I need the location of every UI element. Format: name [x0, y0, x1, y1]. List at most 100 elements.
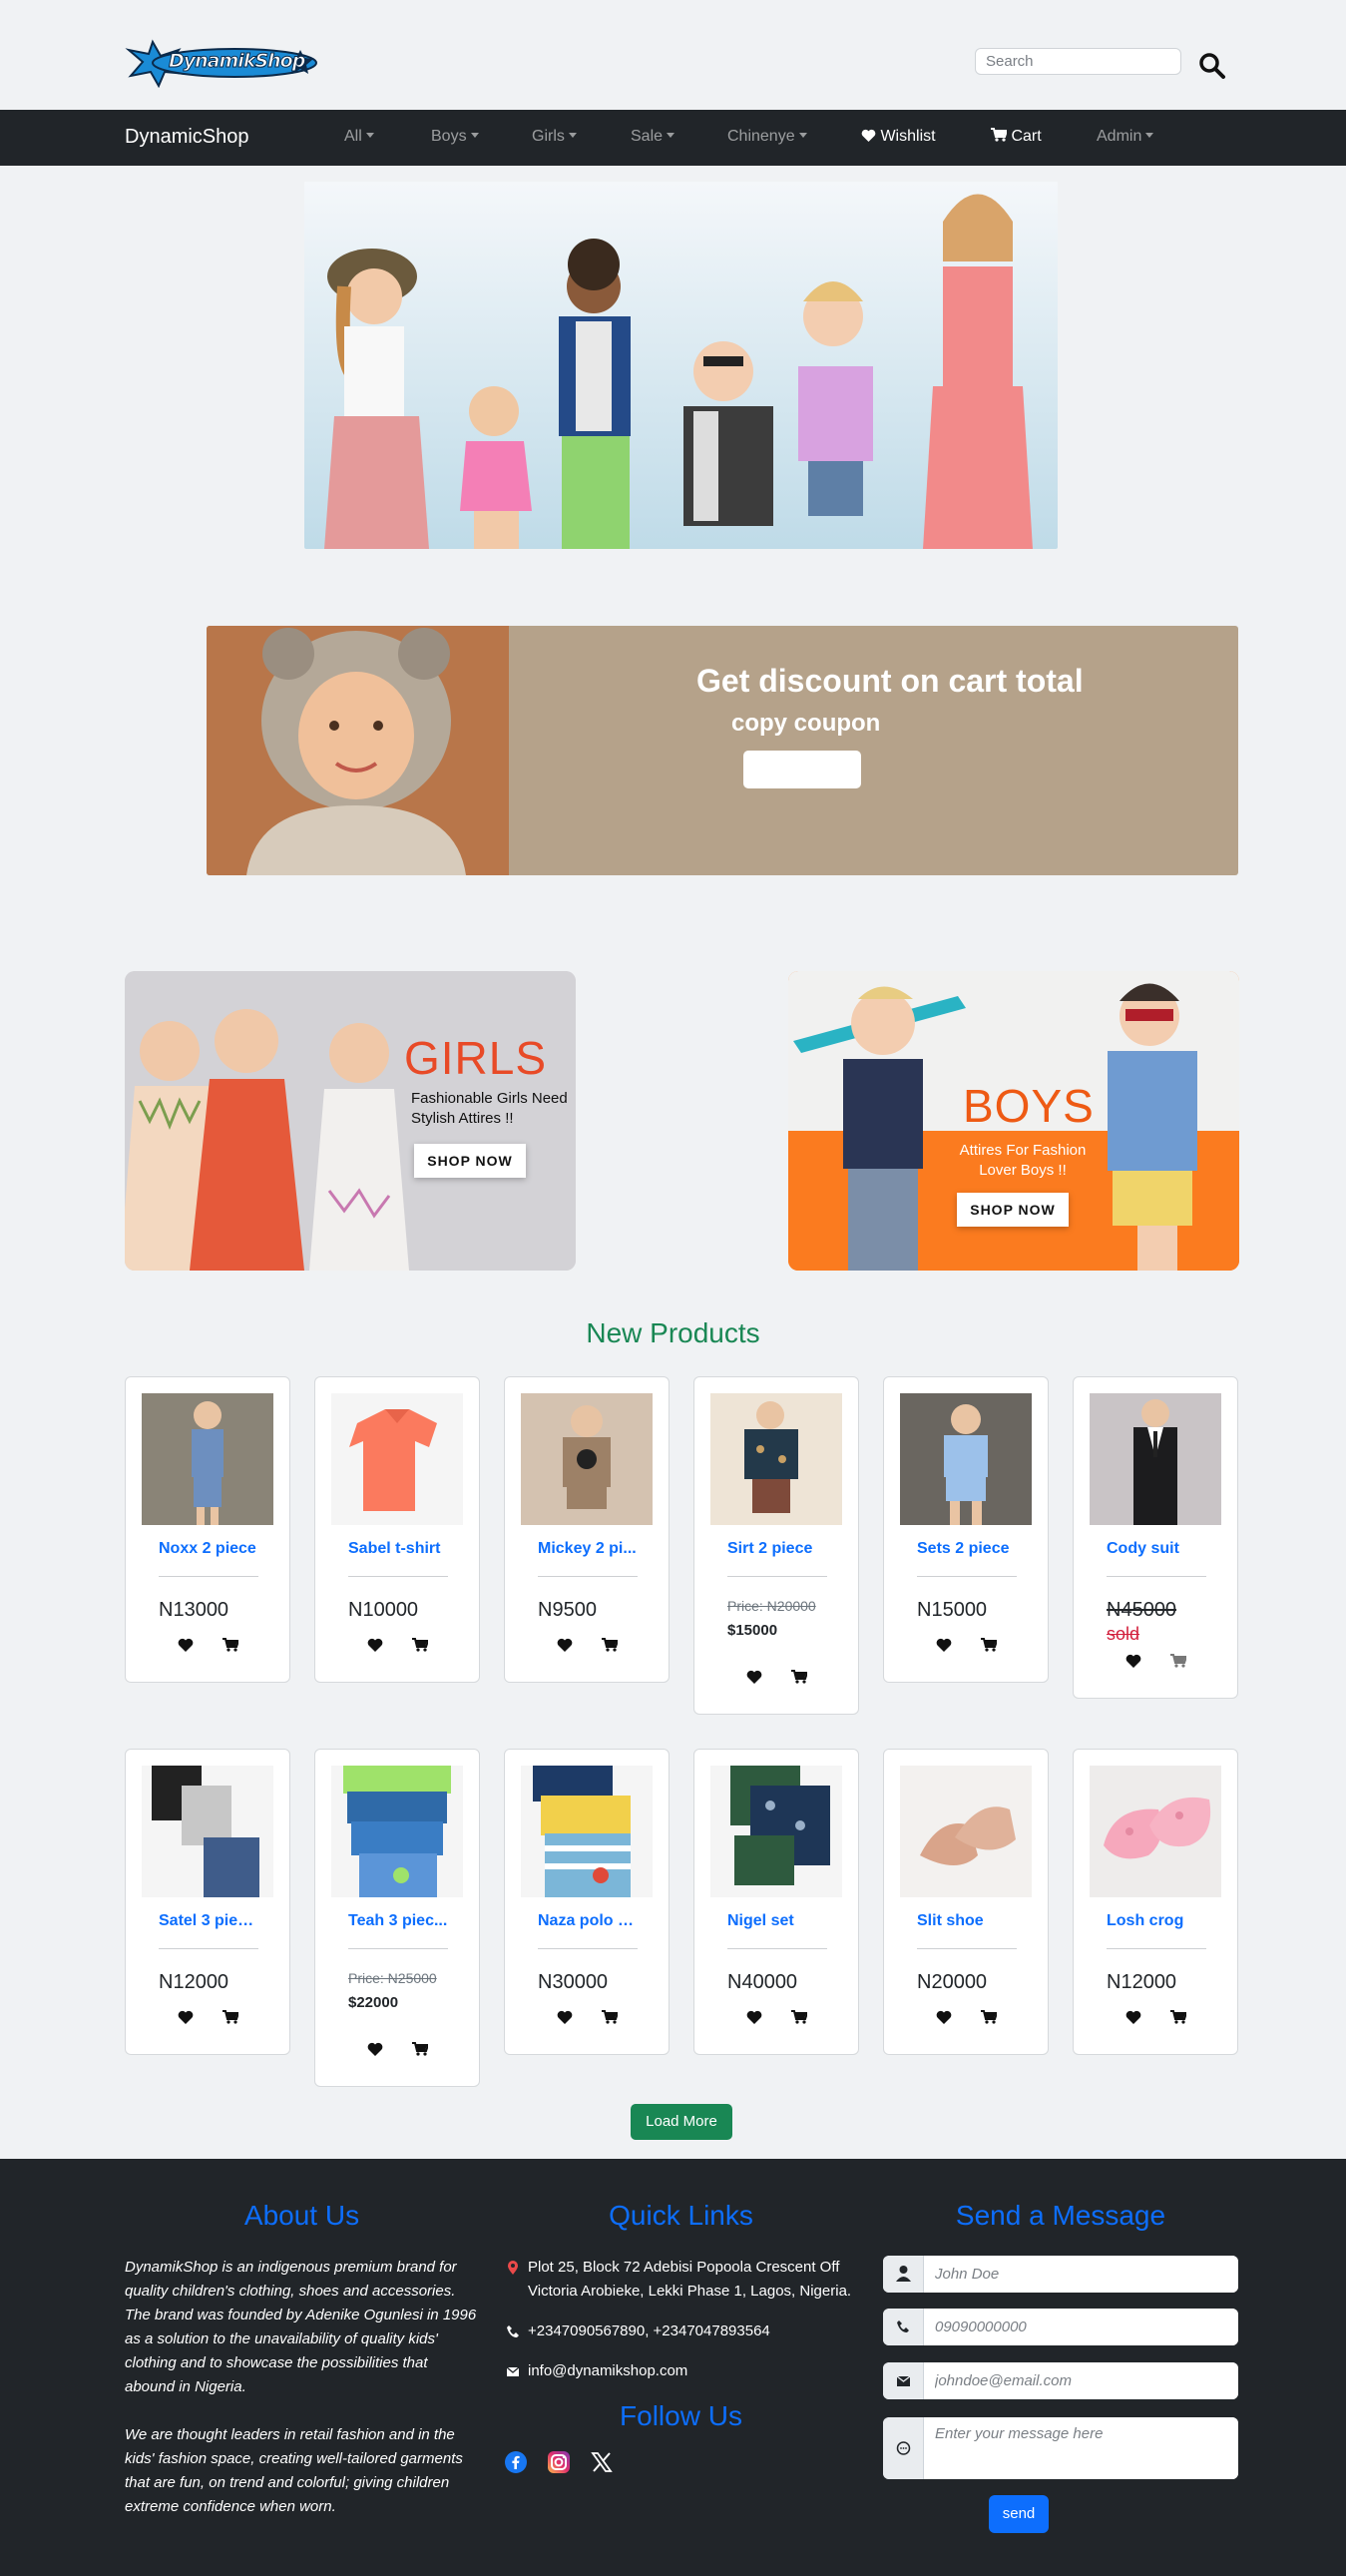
product-card[interactable]: Sets 2 piece N15000 [883, 1376, 1049, 1683]
search-icon[interactable] [1197, 51, 1227, 81]
product-name[interactable]: Losh crog [1107, 1912, 1206, 1930]
footer-email[interactable]: info@dynamikshop.com [528, 2359, 687, 2383]
cart-icon[interactable] [602, 2010, 622, 2030]
heart-icon[interactable] [557, 2010, 577, 2030]
cart-icon[interactable] [981, 2010, 1001, 2030]
product-card[interactable]: Satel 3 piec... N12000 [125, 1749, 290, 2055]
cart-icon[interactable] [1170, 2010, 1190, 2030]
product-card[interactable]: Teah 3 piec... Price: N25000 $22000 [314, 1749, 480, 2087]
facebook-icon[interactable] [504, 2450, 528, 2474]
product-image[interactable] [521, 1393, 653, 1525]
divider [917, 1948, 1017, 1949]
heart-icon[interactable] [1125, 1654, 1145, 1674]
heart-icon[interactable] [178, 1638, 198, 1658]
heart-icon[interactable] [367, 2042, 387, 2062]
boys-promo-card[interactable]: BOYS Attires For Fashion Lover Boys !! S… [788, 971, 1239, 1271]
about-us-title: About Us [243, 2200, 360, 2231]
site-logo[interactable]: DynamikShop [125, 36, 324, 89]
cart-icon[interactable] [981, 1638, 1001, 1658]
cart-icon[interactable] [412, 1638, 432, 1658]
nav-label: Chinenye [727, 128, 795, 145]
girls-shop-now-button[interactable]: SHOP NOW [414, 1144, 526, 1178]
message-textarea[interactable] [925, 2417, 1238, 2479]
nav-item-cart[interactable]: Cart [991, 128, 1042, 146]
search-input[interactable] [975, 48, 1181, 75]
nav-item-boys[interactable]: Boys [431, 128, 479, 146]
cart-icon[interactable] [223, 1638, 242, 1658]
product-image[interactable] [900, 1766, 1032, 1897]
product-card[interactable]: Slit shoe N20000 [883, 1749, 1049, 2055]
product-image[interactable] [331, 1766, 463, 1897]
cart-icon[interactable] [791, 1670, 811, 1690]
product-name[interactable]: Teah 3 piec... [348, 1912, 448, 1930]
product-image[interactable] [142, 1766, 273, 1897]
product-name[interactable]: Slit shoe [917, 1912, 1017, 1930]
product-image[interactable] [142, 1393, 273, 1525]
product-name[interactable]: Noxx 2 piece [159, 1540, 258, 1558]
product-card[interactable]: Noxx 2 piece N13000 [125, 1376, 290, 1683]
nav-item-wishlist[interactable]: Wishlist [861, 128, 936, 146]
product-card[interactable]: Nigel set N40000 [693, 1749, 859, 2055]
product-name[interactable]: Mickey 2 pi... [538, 1540, 638, 1558]
product-image[interactable] [710, 1766, 842, 1897]
product-price: N10000 [348, 1599, 419, 1621]
heart-icon[interactable] [936, 1638, 956, 1658]
email-field-group [883, 2362, 1238, 2399]
heart-icon[interactable] [557, 1638, 577, 1658]
cart-icon[interactable] [412, 2042, 432, 2062]
heart-icon[interactable] [746, 1670, 766, 1690]
product-card[interactable]: Naza polo s... N30000 [504, 1749, 670, 2055]
nav-item-sale[interactable]: Sale [631, 128, 675, 146]
instagram-icon[interactable] [547, 2450, 571, 2474]
product-name[interactable]: Satel 3 piec... [159, 1912, 258, 1930]
product-name[interactable]: Sirt 2 piece [727, 1540, 827, 1558]
chat-bubble-icon [883, 2417, 924, 2479]
product-name[interactable]: Sets 2 piece [917, 1540, 1017, 1558]
product-card[interactable]: Sirt 2 piece Price: N20000 $15000 [693, 1376, 859, 1715]
nav-item-all[interactable]: All [344, 128, 374, 146]
divider [348, 1948, 448, 1949]
cart-icon-disabled [1170, 1654, 1190, 1674]
send-button[interactable]: send [989, 2495, 1049, 2533]
footer-phone[interactable]: +2347090567890, +2347047893564 [528, 2319, 770, 2343]
product-name[interactable]: Naza polo s... [538, 1912, 638, 1930]
load-more-button[interactable]: Load More [631, 2104, 732, 2140]
cart-icon[interactable] [223, 2010, 242, 2030]
navbar-brand[interactable]: DynamicShop [125, 126, 249, 149]
heart-icon[interactable] [936, 2010, 956, 2030]
heart-icon[interactable] [746, 2010, 766, 2030]
copy-coupon-button[interactable] [743, 751, 861, 788]
x-twitter-icon[interactable] [590, 2450, 614, 2474]
chevron-down-icon [470, 133, 479, 138]
heart-icon[interactable] [178, 2010, 198, 2030]
product-old-price: Price: N25000 [348, 1970, 437, 1986]
girls-promo-card[interactable]: GIRLS Fashionable Girls Need Stylish Att… [125, 971, 576, 1271]
product-price: N45000 [1107, 1599, 1177, 1621]
product-card[interactable]: Losh crog N12000 [1073, 1749, 1238, 2055]
product-image[interactable] [710, 1393, 842, 1525]
phone-input[interactable] [925, 2309, 1238, 2345]
name-input[interactable] [925, 2256, 1238, 2293]
cart-icon[interactable] [791, 2010, 811, 2030]
product-name[interactable]: Nigel set [727, 1912, 827, 1930]
product-name[interactable]: Sabel t-shirt [348, 1540, 448, 1558]
cart-icon[interactable] [602, 1638, 622, 1658]
heart-icon[interactable] [1125, 2010, 1145, 2030]
nav-item-admin[interactable]: Admin [1097, 128, 1154, 146]
sold-label: sold [1107, 1624, 1140, 1644]
product-image[interactable] [331, 1393, 463, 1525]
heart-icon[interactable] [367, 1638, 387, 1658]
product-image[interactable] [900, 1393, 1032, 1525]
product-image[interactable] [521, 1766, 653, 1897]
nav-item-chinenye[interactable]: Chinenye [727, 128, 807, 146]
product-image[interactable] [1090, 1393, 1221, 1525]
product-image[interactable] [1090, 1766, 1221, 1897]
product-card[interactable]: Mickey 2 pi... N9500 [504, 1376, 670, 1683]
product-card[interactable]: Sabel t-shirt N10000 [314, 1376, 480, 1683]
boys-shop-now-button[interactable]: SHOP NOW [957, 1193, 1069, 1227]
product-name[interactable]: Cody suit [1107, 1540, 1206, 1558]
product-card[interactable]: Cody suit N45000 sold [1073, 1376, 1238, 1699]
boys-promo-subtitle: Attires For Fashion Lover Boys !! [959, 1142, 1087, 1179]
email-input[interactable] [925, 2362, 1238, 2399]
nav-item-girls[interactable]: Girls [532, 128, 577, 146]
